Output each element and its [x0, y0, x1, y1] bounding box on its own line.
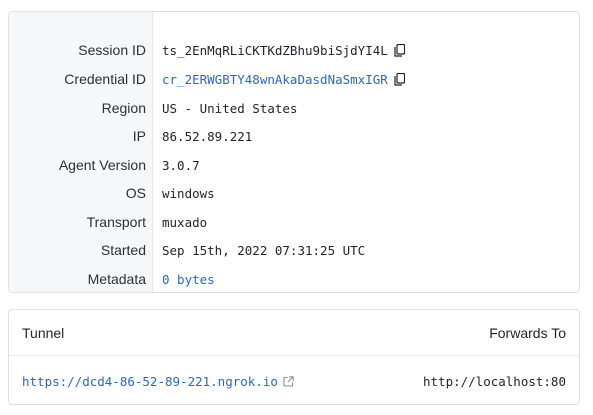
started-label: Started: [100, 242, 146, 258]
region-label: Region: [101, 100, 146, 116]
forwards-to-value: http://localhost:80: [423, 374, 566, 389]
row-credential-id: Credential ID cr_2ERWGBTY48wnAkaDasdNaSm…: [9, 65, 579, 93]
tunnel-url-wrap: https://dcd4-86-52-89-221.ngrok.io: [22, 374, 294, 389]
row-ip: IP 86.52.89.221: [9, 122, 579, 150]
session-id-value: ts_2EnMqRLiCKTKdZBhu9biSjdYI4L: [162, 42, 388, 58]
tunnel-card: Tunnel Forwards To https://dcd4-86-52-89…: [8, 309, 580, 405]
tunnel-column-header: Tunnel: [22, 324, 65, 341]
tunnel-table-header: Tunnel Forwards To: [9, 310, 579, 356]
metadata-label: Metadata: [87, 271, 146, 287]
copy-icon[interactable]: [394, 72, 405, 86]
tunnel-row: https://dcd4-86-52-89-221.ngrok.io http:…: [9, 357, 579, 406]
os-label: OS: [125, 185, 146, 201]
copy-icon[interactable]: [394, 43, 405, 57]
tunnel-url-link[interactable]: https://dcd4-86-52-89-221.ngrok.io: [22, 374, 278, 389]
row-region: Region US - United States: [9, 94, 579, 122]
external-link-icon[interactable]: [283, 376, 294, 387]
row-metadata: Metadata 0 bytes: [9, 265, 579, 292]
region-value: US - United States: [162, 100, 298, 116]
credential-id-link[interactable]: cr_2ERWGBTY48wnAkaDasdNaSmxIGR: [162, 72, 388, 87]
row-session-id: Session ID ts_2EnMqRLiCKTKdZBhu9biSjdYI4…: [9, 36, 579, 64]
credential-id-label: Credential ID: [64, 71, 146, 87]
transport-label: Transport: [86, 214, 146, 230]
ip-label: IP: [132, 128, 146, 144]
os-value: windows: [162, 185, 215, 201]
session-id-value-wrap: ts_2EnMqRLiCKTKdZBhu9biSjdYI4L: [162, 43, 405, 58]
session-id-label: Session ID: [78, 42, 146, 58]
agent-version-value: 3.0.7: [162, 157, 200, 173]
row-agent-version: Agent Version 3.0.7: [9, 151, 579, 179]
forwards-to-column-header: Forwards To: [489, 324, 566, 341]
transport-value: muxado: [162, 214, 208, 230]
row-transport: Transport muxado: [9, 208, 579, 236]
metadata-link[interactable]: 0 bytes: [162, 272, 215, 287]
started-value: Sep 15th, 2022 07:31:25 UTC: [162, 242, 366, 258]
row-started: Started Sep 15th, 2022 07:31:25 UTC: [9, 236, 579, 264]
row-os: OS windows: [9, 179, 579, 207]
credential-id-value-wrap: cr_2ERWGBTY48wnAkaDasdNaSmxIGR: [162, 72, 405, 87]
ip-value: 86.52.89.221: [162, 128, 253, 144]
session-details-card: Session ID ts_2EnMqRLiCKTKdZBhu9biSjdYI4…: [8, 11, 580, 293]
agent-version-label: Agent Version: [58, 157, 146, 173]
